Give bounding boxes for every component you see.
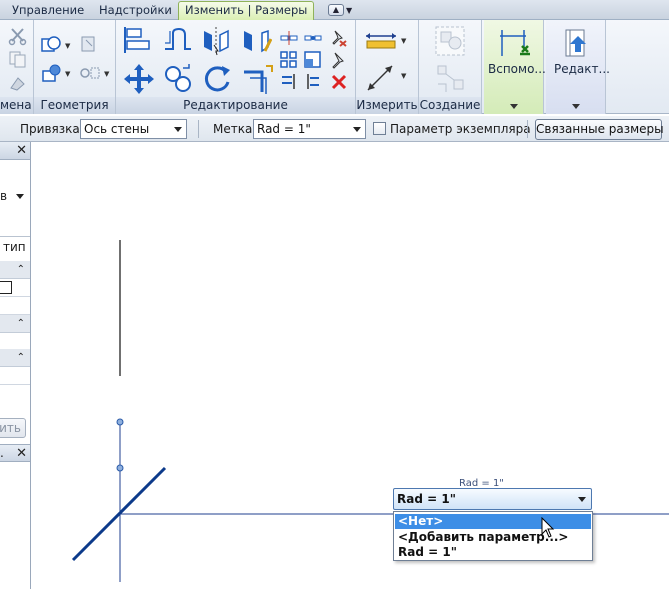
label-option-rad[interactable]: Rad = 1" xyxy=(395,545,591,560)
dimension-grip xyxy=(116,464,124,472)
dimension-label-value: Rad = 1" xyxy=(397,492,456,506)
label-option-add-parameter[interactable]: <Добавить параметр...> xyxy=(395,530,591,545)
dimension-label-select[interactable]: Rad = 1" xyxy=(393,488,592,510)
dimension-label-options: <Нет> <Добавить параметр...> Rad = 1" xyxy=(393,511,593,561)
chevron-down-icon xyxy=(578,497,586,502)
mouse-cursor-icon xyxy=(541,517,555,538)
revit-window: Управление Надстройки Изменить | Размеры… xyxy=(0,0,669,589)
label-option-none[interactable]: <Нет> xyxy=(395,514,591,529)
dimension-grip xyxy=(116,418,124,426)
